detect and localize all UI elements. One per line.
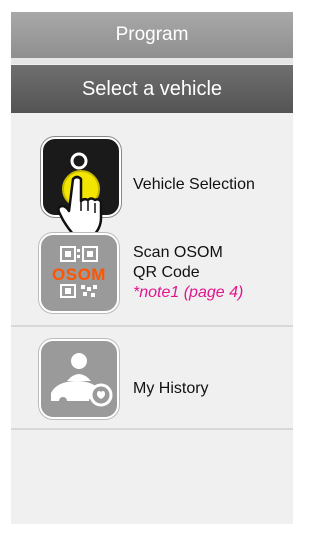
program-panel: Program Select a vehicle Vehicle Selecti… — [11, 12, 293, 524]
select-vehicle-header: Select a vehicle — [11, 65, 293, 113]
row-divider — [11, 428, 293, 430]
menu-item-vehicle-selection[interactable]: Vehicle Selection — [11, 125, 293, 238]
select-vehicle-title: Select a vehicle — [81, 77, 223, 100]
scan-qr-label-line1: Scan OSOM — [133, 244, 223, 261]
qr-code-icon[interactable]: OSOM — [39, 233, 119, 313]
scan-qr-note: *note1 (page 4) — [133, 284, 244, 301]
header-separator — [11, 58, 293, 64]
vehicle-selection-label: Vehicle Selection — [133, 176, 255, 193]
scan-qr-label: Scan OSOM QR Code *note1 (page 4) — [133, 243, 243, 303]
history-car-icon[interactable] — [39, 339, 119, 419]
menu-item-my-history[interactable]: My History — [11, 329, 293, 427]
my-history-label: My History — [133, 380, 209, 397]
scan-qr-label-line2: QR Code — [133, 264, 200, 281]
osom-icon-text: OSOM — [52, 265, 106, 284]
row-divider — [11, 325, 293, 327]
program-title: Program — [115, 24, 189, 45]
menu-item-scan-qr[interactable]: OSOM Scan OSOM QR Code *note1 (page 4) — [11, 223, 293, 321]
program-header: Program — [11, 12, 293, 58]
history-car-graphic — [51, 353, 113, 407]
